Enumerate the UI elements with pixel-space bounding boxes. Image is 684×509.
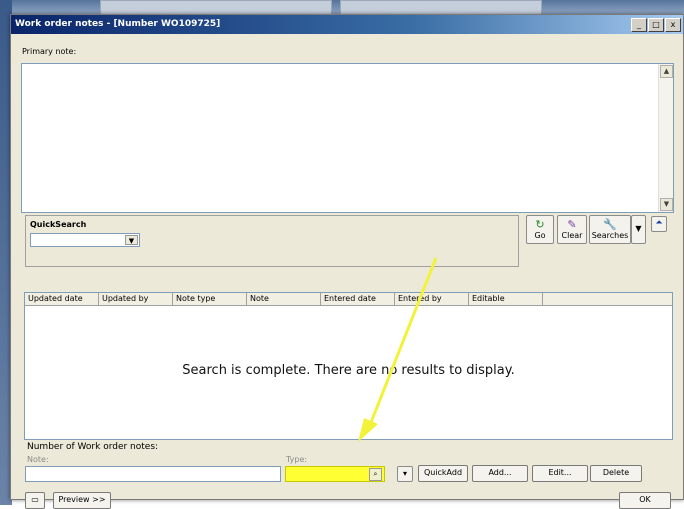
add-button[interactable]: Add... <box>472 465 528 482</box>
quicksearch-combo[interactable]: ▼ <box>30 233 140 247</box>
column-header-filler <box>543 293 672 305</box>
column-header-note[interactable]: Note <box>247 293 321 305</box>
ok-button[interactable]: OK <box>619 492 671 509</box>
preview-button[interactable]: Preview >> <box>53 492 111 509</box>
column-header-entered-date[interactable]: Entered date <box>321 293 395 305</box>
clear-button[interactable]: ✎ Clear <box>557 215 587 244</box>
scroll-up-icon[interactable]: ▲ <box>660 65 673 78</box>
scroll-down-icon[interactable]: ▼ <box>660 198 673 211</box>
searches-label: Searches <box>591 231 629 240</box>
type-dropdown-button[interactable]: ▾ <box>397 466 413 482</box>
notes-grid: Updated date Updated by Note type Note E… <box>24 292 673 440</box>
primary-note-scrollbar[interactable]: ▲ ▼ <box>658 64 673 212</box>
column-header-note-type[interactable]: Note type <box>173 293 247 305</box>
wrench-icon: 🔧 <box>603 218 617 231</box>
column-header-updated-date[interactable]: Updated date <box>25 293 99 305</box>
go-button[interactable]: ↻ Go <box>526 215 554 244</box>
window-client-area: Primary note: ▲ ▼ QuickSearch ▼ ↻ Go ✎ C… <box>11 34 683 509</box>
go-label: Go <box>534 231 546 240</box>
note-field-label: Note: <box>27 455 49 464</box>
close-button[interactable]: x <box>665 18 681 32</box>
go-arrow-icon: ↻ <box>535 218 545 231</box>
desktop-background-top <box>0 0 684 15</box>
window-title: Work order notes - [Number WO109725] <box>15 19 221 29</box>
column-header-updated-by[interactable]: Updated by <box>99 293 173 305</box>
note-input[interactable] <box>25 466 281 482</box>
searches-dropdown-button[interactable]: ▼ <box>631 215 646 244</box>
primary-note-textarea[interactable]: ▲ ▼ <box>21 63 674 213</box>
collapse-button[interactable]: ⏶ <box>651 216 667 232</box>
column-header-editable[interactable]: Editable <box>469 293 543 305</box>
notes-count-label: Number of Work order notes: <box>27 442 159 452</box>
empty-results-message: Search is complete. There are no results… <box>182 363 515 378</box>
minimize-button[interactable]: _ <box>631 18 647 32</box>
quickadd-button[interactable]: QuickAdd <box>418 465 468 482</box>
delete-button[interactable]: Delete <box>590 465 642 482</box>
chevron-down-icon[interactable]: ▼ <box>125 235 138 245</box>
column-header-entered-by[interactable]: Entered by <box>395 293 469 305</box>
lookup-icon[interactable]: ⌕ <box>369 468 382 481</box>
type-field-label: Type: <box>286 455 308 464</box>
type-input[interactable]: ⌕ <box>285 466 385 482</box>
primary-note-label: Primary note: <box>22 47 77 56</box>
double-chevron-up-icon: ⏶ <box>655 218 663 228</box>
maximize-button[interactable]: □ <box>648 18 664 32</box>
edit-button[interactable]: Edit... <box>532 465 588 482</box>
print-button[interactable]: ▭ <box>25 492 45 509</box>
clear-label: Clear <box>561 231 583 240</box>
eraser-icon: ✎ <box>567 218 577 231</box>
quicksearch-title: QuickSearch <box>30 220 87 229</box>
title-bar[interactable]: Work order notes - [Number WO109725] _ □… <box>11 15 683 34</box>
quicksearch-panel: QuickSearch ▼ <box>25 215 519 267</box>
chevron-down-icon: ▼ <box>635 224 642 233</box>
grid-header: Updated date Updated by Note type Note E… <box>25 293 672 306</box>
work-order-notes-window: Work order notes - [Number WO109725] _ □… <box>10 14 684 509</box>
chevron-down-icon: ▾ <box>402 469 407 478</box>
printer-icon: ▭ <box>31 495 39 504</box>
searches-button[interactable]: 🔧 Searches <box>589 215 631 244</box>
background-window-tab <box>100 0 332 15</box>
background-window-tab <box>340 0 542 15</box>
